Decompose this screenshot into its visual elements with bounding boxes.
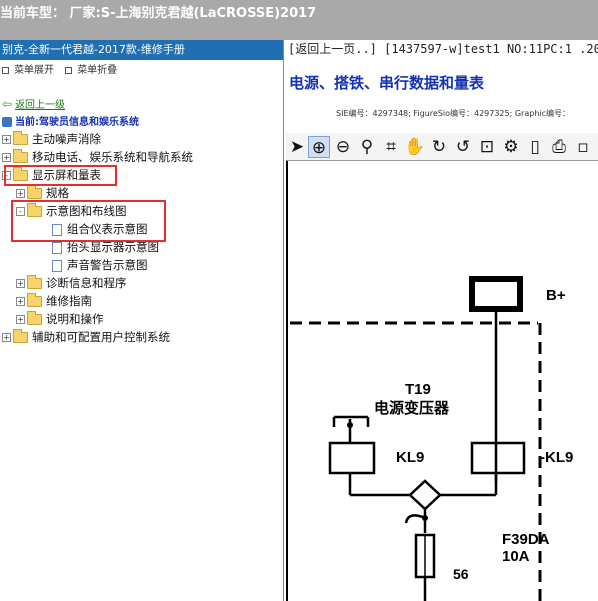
tree-item-audible-warning-schematic[interactable]: 声音警告示意图 [52, 256, 148, 274]
kl9-left-label: KL9 [396, 449, 425, 466]
expand-icon [2, 66, 9, 74]
folder-icon [13, 329, 28, 343]
battery-terminal [469, 276, 523, 312]
zoom-out-icon[interactable]: ⊖ [332, 136, 354, 158]
document-pane: [返回上一页..] [1437597-w]test1 NO:11PC:1 .20… [286, 40, 598, 601]
zoom-in-icon[interactable]: ⊕ [308, 136, 330, 158]
b-plus-label: B+ [546, 287, 566, 304]
expand-toggle-icon[interactable]: + [2, 135, 11, 144]
page-icon[interactable]: ▯ [524, 136, 546, 158]
back-arrow-icon: ⇦ [2, 97, 13, 111]
tree-toolbar: 菜单展开 菜单折叠 [0, 60, 283, 82]
viewer-toolbar: ➤ ⊕ ⊖ ⚲ ⌗ ✋ ↻ ↺ ⊡ ⚙ ▯ ⎙ ▫ [286, 133, 598, 161]
wiring-diagram [290, 276, 542, 601]
collapse-icon [65, 66, 73, 74]
fit-icon[interactable]: ⊡ [476, 136, 498, 158]
document-icon [52, 259, 62, 272]
folder-icon [27, 293, 42, 307]
t19-label: T19 [405, 381, 431, 398]
book-icon [2, 117, 12, 127]
folder-icon [27, 185, 42, 199]
title-bar: 当前车型： 厂家:S-上海别克君越(LaCROSSE)2017 [0, 0, 598, 40]
expand-toggle-icon[interactable]: + [2, 153, 11, 162]
print-icon[interactable]: ⎙ [548, 136, 570, 158]
page-title: 电源、搭铁、串行数据和量表 [289, 74, 485, 92]
redo-icon[interactable]: ↻ [428, 136, 450, 158]
transformer-label: 电源变压器 [374, 400, 450, 417]
folder-icon [27, 275, 42, 289]
manual-name: 别克-全新一代君越-2017款-维修手册 [0, 40, 283, 60]
fuse-label: F39DA [502, 531, 550, 548]
expand-menu-button[interactable]: 菜单展开 [2, 65, 54, 76]
back-to-parent-link[interactable]: ⇦ 返回上一级 [2, 96, 65, 111]
crop-icon[interactable]: ⌗ [380, 136, 402, 158]
current-location: 当前:驾驶员信息和娱乐系统 [2, 113, 139, 128]
search-icon[interactable]: ⚲ [356, 136, 378, 158]
expand-toggle-icon[interactable]: + [16, 297, 25, 306]
folder-icon [13, 149, 28, 163]
tree-item-phone-entertainment-nav[interactable]: + 移动电话、娱乐系统和导航系统 [2, 148, 193, 166]
tree-item-assist-user-controls[interactable]: + 辅助和可配置用户控制系统 [2, 328, 170, 346]
tree-item-description-operation[interactable]: + 说明和操作 [16, 310, 104, 328]
document-icon [52, 241, 62, 254]
wire-number-label: 56 [453, 566, 469, 582]
tree-item-active-noise-cancel[interactable]: + 主动噪声消除 [2, 130, 101, 148]
manual-tree-panel: 别克-全新一代君越-2017款-维修手册 菜单展开 菜单折叠 ⇦ 返回上一级 当前… [0, 40, 284, 601]
rotate-icon[interactable]: ↺ [452, 136, 474, 158]
expand-toggle-icon[interactable]: + [16, 279, 25, 288]
folder-icon [27, 311, 42, 325]
tree-item-repair-guide[interactable]: + 维修指南 [16, 292, 92, 310]
expand-toggle-icon[interactable]: + [2, 333, 11, 342]
highlight-box [11, 200, 166, 242]
figure-meta: SIE编号：4297348; FigureSio编号：4297325; Grap… [336, 109, 571, 118]
pan-hand-icon[interactable]: ✋ [404, 136, 426, 158]
collapse-menu-button[interactable]: 菜单折叠 [65, 65, 117, 76]
kl9-right-label: -KL9 [540, 449, 574, 466]
folder-icon [13, 131, 28, 145]
expand-toggle-icon[interactable]: + [16, 189, 25, 198]
tree-item-diagnostics[interactable]: + 诊断信息和程序 [16, 274, 127, 292]
document-nav-line[interactable]: [返回上一页..] [1437597-w]test1 NO:11PC:1 .20 [288, 40, 598, 57]
settings-icon[interactable]: ⚙ [500, 136, 522, 158]
wiring-diagram-canvas[interactable]: B+ T19 电源变压器 KL9 -KL9 F39DA 10A 56 [286, 161, 598, 601]
expand-toggle-icon[interactable]: + [16, 315, 25, 324]
more-icon[interactable]: ▫ [572, 136, 594, 158]
highlight-box [4, 165, 117, 186]
amperage-label: 10A [502, 548, 530, 565]
pointer-icon[interactable]: ➤ [286, 136, 308, 158]
vehicle-title: 当前车型： 厂家:S-上海别克君越(LaCROSSE)2017 [0, 6, 317, 21]
